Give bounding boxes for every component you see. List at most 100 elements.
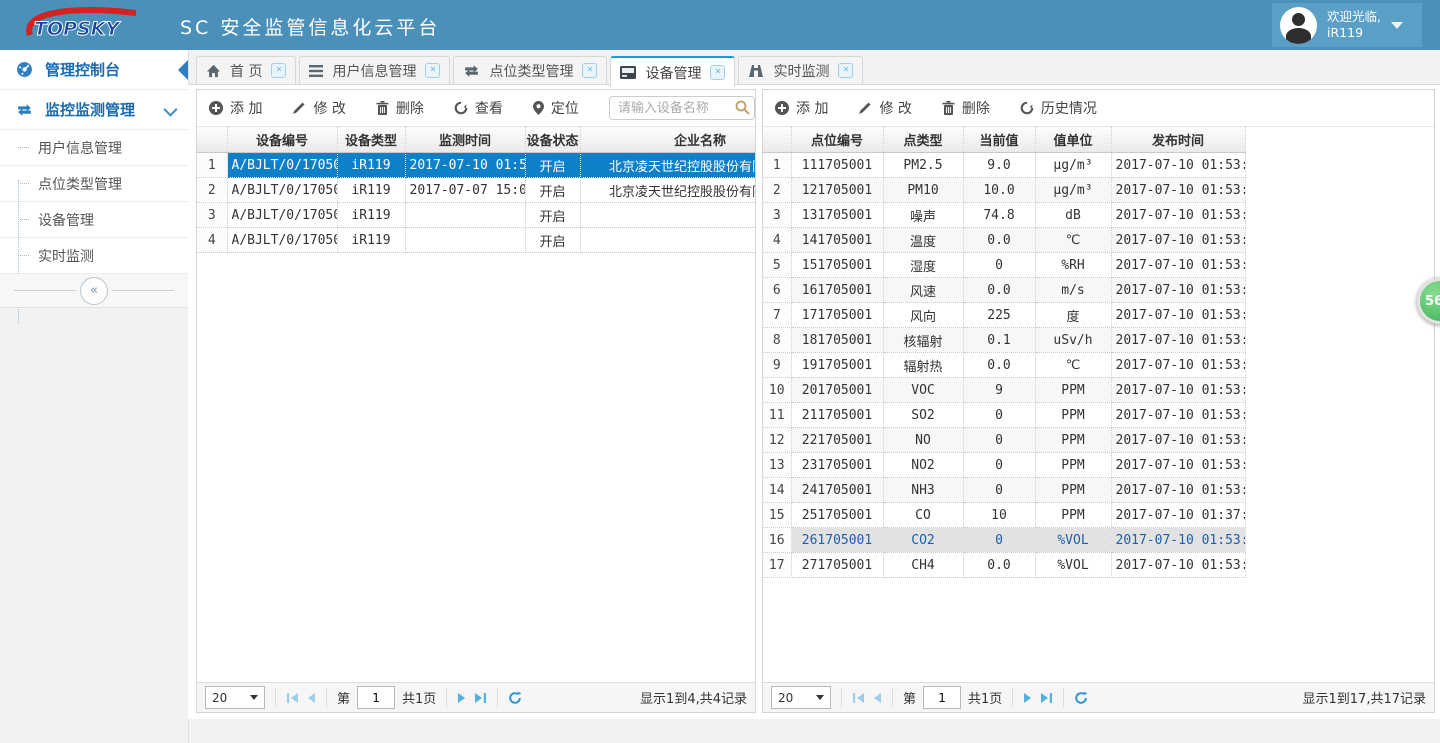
- tab-4[interactable]: 实时监测 ✕: [738, 56, 863, 84]
- sidebar-item-2[interactable]: 设备管理: [0, 202, 188, 238]
- device-row-2[interactable]: 2A/BJLT/0/1705002iR1192017-07-07 15:03:0…: [197, 178, 755, 203]
- cell: 10: [963, 503, 1035, 528]
- device-panel: 添 加 修 改 删除 查看 定位 设备编号设备类型监测时间设备状态企业名称1A/BJLT…: [196, 89, 756, 713]
- monitor-row-2[interactable]: 2121705001PM1010.0μg/m³2017-07-10 01:53:…: [763, 178, 1245, 203]
- cell: CH4: [883, 553, 963, 578]
- column-header[interactable]: 值单位: [1035, 127, 1111, 153]
- column-header[interactable]: 点位编号: [791, 127, 883, 153]
- monitor-reload-button[interactable]: [1074, 691, 1088, 705]
- separator: [1012, 688, 1013, 707]
- column-header[interactable]: 发布时间: [1111, 127, 1245, 153]
- cell: [580, 228, 755, 253]
- monitor-row-6[interactable]: 6161705001风速0.0m/s2017-07-10 01:53:21: [763, 278, 1245, 303]
- device-pager-next-button[interactable]: [457, 692, 467, 704]
- device-page-size-select[interactable]: 20: [205, 686, 265, 709]
- monitor-button-1[interactable]: 修 改: [858, 98, 911, 118]
- device-search-input[interactable]: [609, 96, 755, 120]
- device-button-4[interactable]: 定位: [533, 98, 579, 118]
- monitor-row-15[interactable]: 15251705001CO10PPM2017-07-10 01:37:01: [763, 503, 1245, 528]
- user-menu[interactable]: 欢迎光临, iR119: [1272, 3, 1422, 47]
- page-size-value: 20: [778, 691, 793, 705]
- monitor-button-3[interactable]: 历史情况: [1020, 98, 1097, 118]
- device-button-0[interactable]: 添 加: [209, 98, 262, 118]
- cell: 9: [963, 378, 1035, 403]
- monitor-row-3[interactable]: 3131705001噪声74.8dB2017-07-10 01:53:22: [763, 203, 1245, 228]
- cell: 0: [963, 403, 1035, 428]
- device-pager-prev-button[interactable]: [306, 692, 316, 704]
- tree-tick: [18, 255, 29, 256]
- sidebar-item-3[interactable]: 实时监测: [0, 238, 188, 274]
- monitor-row-1[interactable]: 1111705001PM2.59.0μg/m³2017-07-10 01:53:…: [763, 153, 1245, 178]
- cell: dB: [1035, 203, 1111, 228]
- cell: 2017-07-10 01:53:21: [1111, 428, 1245, 453]
- reload-icon: [508, 691, 522, 705]
- cell: 2017-07-10 01:53:22: [1111, 153, 1245, 178]
- monitor-row-14[interactable]: 14241705001NH30PPM2017-07-10 01:53:21: [763, 478, 1245, 503]
- column-header[interactable]: 点类型: [883, 127, 963, 153]
- column-header[interactable]: 设备状态: [525, 127, 580, 153]
- cell: PPM: [1035, 428, 1111, 453]
- monitor-row-11[interactable]: 11211705001SO20PPM2017-07-10 01:53:22: [763, 403, 1245, 428]
- tab-close-icon[interactable]: ✕: [710, 65, 725, 80]
- monitor-row-8[interactable]: 8181705001核辐射0.1uSv/h2017-07-10 01:53:21: [763, 328, 1245, 353]
- monitor-row-12[interactable]: 12221705001NO0PPM2017-07-10 01:53:21: [763, 428, 1245, 453]
- device-pager-first-button[interactable]: [286, 692, 299, 704]
- tab-2[interactable]: 点位类型管理✕: [453, 56, 607, 84]
- device-row-1[interactable]: 1A/BJLT/0/1705001iR1192017-07-10 01:53:2…: [197, 153, 755, 178]
- cell: PM10: [883, 178, 963, 203]
- device-row-4[interactable]: 4A/BJLT/0/1705004iR119开启: [197, 228, 755, 253]
- column-header[interactable]: 设备编号: [227, 127, 337, 153]
- monitor-button-0[interactable]: 添 加: [775, 98, 828, 118]
- tab-1[interactable]: 用户信息管理✕: [299, 56, 450, 84]
- tab-3-active[interactable]: 设备管理✕: [610, 56, 735, 87]
- tab-close-icon[interactable]: ✕: [582, 63, 597, 78]
- monitor-page-size-select[interactable]: 20: [771, 686, 831, 709]
- monitor-row-13[interactable]: 13231705001NO20PPM2017-07-10 01:53:22: [763, 453, 1245, 478]
- device-button-1[interactable]: 修 改: [292, 98, 345, 118]
- pager-prev-icon: [306, 692, 316, 704]
- monitor-row-4[interactable]: 4141705001温度0.0℃2017-07-10 01:53:22: [763, 228, 1245, 253]
- column-header[interactable]: 监测时间: [405, 127, 525, 153]
- device-button-2[interactable]: 删除: [376, 98, 424, 118]
- cell: 2017-07-10 01:53:21: [1111, 553, 1245, 578]
- sidebar-item-1[interactable]: 点位类型管理: [0, 166, 188, 202]
- tab-0[interactable]: 首 页 ✕: [196, 56, 296, 84]
- search-icon[interactable]: [735, 100, 750, 115]
- device-reload-button[interactable]: [508, 691, 522, 705]
- tab-close-icon[interactable]: ✕: [271, 63, 286, 78]
- user-dropdown-caret-icon[interactable]: [1391, 22, 1403, 29]
- active-section-arrow-icon: [178, 60, 188, 80]
- sidebar-collapse-button[interactable]: «: [80, 277, 108, 305]
- monitor-pager-last-button[interactable]: [1040, 692, 1053, 704]
- cell: 2017-07-10 01:53:21: [1111, 303, 1245, 328]
- monitor-row-5[interactable]: 5151705001湿度0%RH2017-07-10 01:53:22: [763, 253, 1245, 278]
- column-header[interactable]: 当前值: [963, 127, 1035, 153]
- cell: 141705001: [791, 228, 883, 253]
- monitor-row-16[interactable]: 16261705001CO20%VOL2017-07-10 01:53:22: [763, 528, 1245, 553]
- monitor-button-2[interactable]: 删除: [942, 98, 990, 118]
- tab-close-icon[interactable]: ✕: [838, 63, 853, 78]
- monitor-row-9[interactable]: 9191705001辐射热0.0℃2017-07-10 01:53:21: [763, 353, 1245, 378]
- cell: 211705001: [791, 403, 883, 428]
- cell: PPM: [1035, 478, 1111, 503]
- tab-label: 首 页: [230, 61, 262, 81]
- monitor-pager-first-button[interactable]: [852, 692, 865, 704]
- column-header[interactable]: 企业名称: [580, 127, 755, 153]
- button-label: 修 改: [313, 98, 345, 118]
- sidebar-item-0[interactable]: 用户信息管理: [0, 130, 188, 166]
- monitor-row-10[interactable]: 10201705001VOC9PPM2017-07-10 01:53:22: [763, 378, 1245, 403]
- column-header[interactable]: 设备类型: [337, 127, 405, 153]
- tab-label: 实时监测: [773, 61, 829, 81]
- device-page-input[interactable]: [357, 686, 395, 709]
- tab-close-icon[interactable]: ✕: [425, 63, 440, 78]
- device-pager-last-button[interactable]: [474, 692, 487, 704]
- monitor-row-7[interactable]: 7171705001风向225度2017-07-10 01:53:21: [763, 303, 1245, 328]
- sidebar-group-monitoring[interactable]: 监控监测管理: [0, 90, 188, 130]
- monitor-pager-prev-button[interactable]: [872, 692, 882, 704]
- monitor-row-17[interactable]: 17271705001CH40.0%VOL2017-07-10 01:53:21: [763, 553, 1245, 578]
- monitor-page-input[interactable]: [923, 686, 961, 709]
- device-button-3[interactable]: 查看: [454, 98, 503, 118]
- monitor-pager-next-button[interactable]: [1023, 692, 1033, 704]
- device-row-3[interactable]: 3A/BJLT/0/1705003iR119开启: [197, 203, 755, 228]
- sidebar-item-console[interactable]: 管理控制台: [0, 50, 188, 90]
